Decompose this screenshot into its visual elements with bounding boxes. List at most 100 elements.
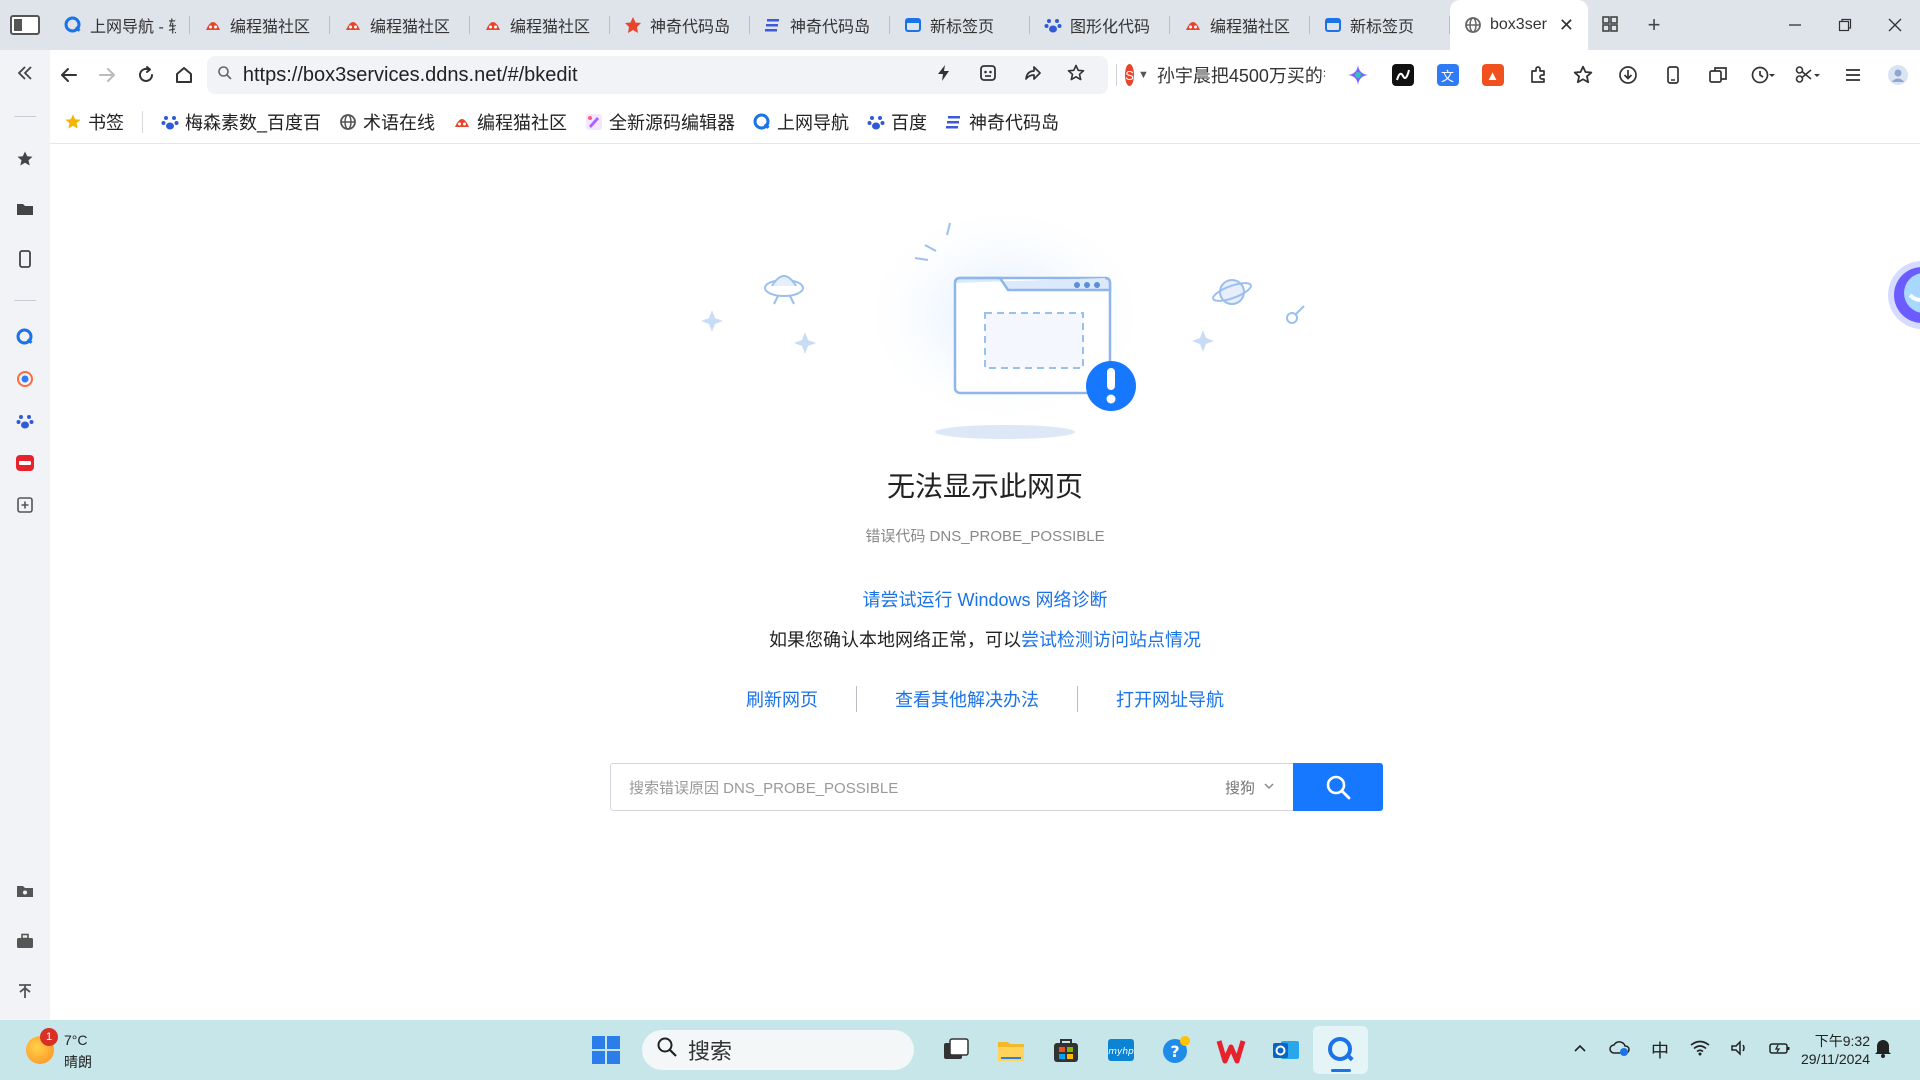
bookmark-item[interactable]: 编程猫社区 (453, 109, 567, 135)
search-button[interactable] (1293, 763, 1383, 811)
tab-active[interactable]: box3ser ✕ (1450, 0, 1588, 50)
toolbox-icon[interactable] (0, 926, 50, 956)
refresh-page-link[interactable]: 刷新网页 (708, 686, 856, 712)
news-app-icon[interactable] (0, 448, 50, 478)
folder-star-icon[interactable] (0, 876, 50, 906)
help-icon[interactable]: ? (1148, 1026, 1203, 1074)
close-window-icon[interactable] (1870, 0, 1920, 50)
favorites-star-icon[interactable] (1560, 55, 1605, 95)
translate-icon[interactable]: 文 (1425, 55, 1470, 95)
bookmark-item[interactable]: 梅森素数_百度百 (161, 109, 321, 135)
taskbar-search[interactable]: 搜索 (642, 1030, 914, 1070)
bookmark-item[interactable]: 百度 (867, 109, 927, 135)
outlook-icon[interactable] (1258, 1026, 1313, 1074)
copy-window-icon[interactable] (1695, 55, 1740, 95)
onedrive-icon[interactable] (1600, 1039, 1640, 1062)
windows-start-icon[interactable] (582, 1026, 630, 1074)
home-button[interactable] (165, 55, 203, 95)
bookmark-item[interactable]: 全新源码编辑器 (585, 109, 735, 135)
q-browser-icon[interactable] (0, 322, 50, 352)
url-text[interactable]: https://box3services.ddns.net/#/bkedit (243, 64, 923, 87)
chevron-down-icon[interactable]: ▼ (1138, 69, 1149, 81)
store-icon[interactable] (1038, 1026, 1093, 1074)
add-panel-icon[interactable] (0, 490, 50, 520)
error-actions: 刷新网页 查看其他解决办法 打开网址导航 (50, 686, 1920, 712)
app-colorful-icon[interactable] (0, 364, 50, 394)
clock[interactable]: 下午9:32 29/11/2024 (1780, 1032, 1870, 1068)
pdf-ext-icon[interactable]: ▲ (1470, 55, 1515, 95)
network-diagnostics-label[interactable]: 请尝试运行 Windows 网络诊断 (862, 590, 1107, 610)
assistant-icon[interactable] (1880, 255, 1920, 335)
lightning-icon[interactable] (922, 64, 966, 87)
tab-grid-button[interactable] (1588, 0, 1632, 50)
mobile-icon[interactable] (0, 244, 50, 274)
tab-item[interactable]: 新标签页 (890, 0, 1030, 50)
extensions-puzzle-icon[interactable] (1515, 55, 1560, 95)
tab-item[interactable]: 图形化代码 (1030, 0, 1170, 50)
new-tab-button[interactable]: + (1632, 0, 1676, 50)
favorite-add-icon[interactable] (1054, 64, 1098, 87)
myhp-icon[interactable]: myhp (1093, 1026, 1148, 1074)
check-site-link[interactable]: 尝试检测访问站点情况 (1021, 630, 1201, 650)
divider (14, 300, 36, 301)
ai-sparkle-icon[interactable] (1335, 55, 1380, 95)
share-icon[interactable] (1010, 64, 1054, 87)
tab-item[interactable]: 编程猫社区 (470, 0, 610, 50)
close-tab-icon[interactable]: ✕ (1553, 15, 1574, 36)
network-diagnostics-link[interactable]: 请尝试运行 Windows 网络诊断 (50, 586, 1920, 612)
other-solutions-link[interactable]: 查看其他解决办法 (857, 686, 1077, 712)
weather-widget[interactable]: 1 7°C 晴朗 (22, 1028, 132, 1074)
reload-button[interactable] (126, 55, 164, 95)
bookmark-label: 神奇代码岛 (969, 112, 1060, 133)
notification-bell-icon[interactable] (1874, 1038, 1892, 1064)
clock-date: 29/11/2024 (1800, 1051, 1870, 1067)
tab-overview-button[interactable] (0, 0, 50, 50)
signature-ext-icon[interactable] (1380, 55, 1425, 95)
ime-indicator[interactable]: 中 (1640, 1037, 1680, 1063)
bookmark-item[interactable]: 神奇代码岛 (945, 109, 1059, 135)
news-text[interactable]: 孙宇晨把4500万买的香 (1157, 62, 1325, 88)
q-browser-taskbar-icon[interactable] (1313, 1026, 1368, 1074)
screenshot-icon[interactable] (966, 64, 1010, 87)
baidu-paw-icon[interactable] (0, 406, 50, 436)
minimize-icon[interactable] (1770, 0, 1820, 50)
bookmark-item[interactable]: 上网导航 (753, 109, 849, 135)
tab-item[interactable]: 神奇代码岛 (610, 0, 750, 50)
tab-item[interactable]: 新标签页 (1310, 0, 1450, 50)
search-input[interactable]: 搜索错误原因 DNS_PROBE_POSSIBLE 搜狗 (610, 763, 1293, 811)
news-ticker[interactable]: S ▼ 孙宇晨把4500万买的香 (1125, 62, 1325, 88)
search-placeholder: 搜索错误原因 DNS_PROBE_POSSIBLE (629, 779, 899, 797)
task-view-icon[interactable] (928, 1026, 983, 1074)
folder-icon[interactable] (0, 194, 50, 224)
wifi-icon[interactable] (1680, 1040, 1720, 1061)
volume-icon[interactable] (1720, 1039, 1760, 1061)
tab-item[interactable]: 上网导航 - 轻 (50, 0, 190, 50)
mobile-icon[interactable] (1650, 55, 1695, 95)
history-icon[interactable] (1740, 55, 1785, 95)
forward-button[interactable] (88, 55, 126, 95)
tab-item[interactable]: 编程猫社区 (330, 0, 470, 50)
q-browser-icon (64, 16, 82, 34)
file-explorer-icon[interactable] (983, 1026, 1038, 1074)
tab-item[interactable]: 神奇代码岛 (750, 0, 890, 50)
search-engine-select[interactable]: 搜狗 (1225, 777, 1275, 798)
chevron-up-icon[interactable] (1560, 1040, 1600, 1061)
taskbar-search-label: 搜索 (688, 1039, 733, 1064)
codemao-icon (204, 16, 222, 34)
bookmark-folder[interactable]: 书签 (64, 109, 124, 135)
scissors-icon[interactable] (1785, 55, 1830, 95)
open-navigation-link[interactable]: 打开网址导航 (1078, 686, 1262, 712)
menu-icon[interactable] (1830, 55, 1875, 95)
download-icon[interactable] (1605, 55, 1650, 95)
avatar-icon[interactable] (1875, 55, 1920, 95)
wps-icon[interactable] (1203, 1026, 1258, 1074)
restore-icon[interactable] (1820, 0, 1870, 50)
bookmark-item[interactable]: 术语在线 (339, 109, 435, 135)
tab-item[interactable]: 编程猫社区 (1170, 0, 1310, 50)
address-bar[interactable]: https://box3services.ddns.net/#/bkedit (206, 56, 1109, 94)
favorites-star-icon[interactable] (0, 144, 50, 174)
collapse-sidebar-icon[interactable] (0, 58, 50, 88)
pin-icon[interactable] (0, 976, 50, 1006)
tab-item[interactable]: 编程猫社区 (190, 0, 330, 50)
back-button[interactable] (50, 55, 88, 95)
